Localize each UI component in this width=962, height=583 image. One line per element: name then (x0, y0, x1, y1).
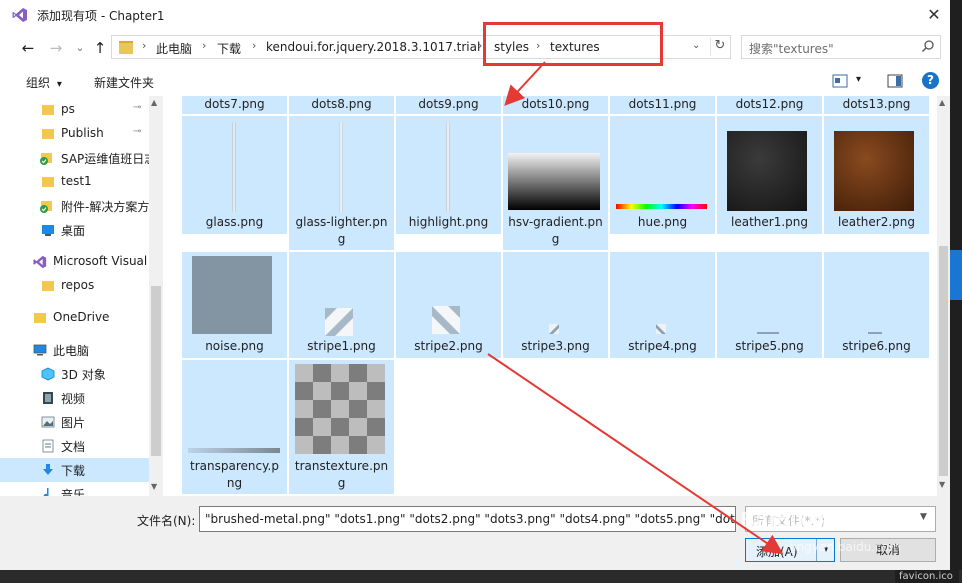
annotation-arrow-to-add (487, 353, 784, 555)
annotation-arrow-to-textures (504, 61, 546, 106)
annotation-arrows (487, 61, 784, 555)
